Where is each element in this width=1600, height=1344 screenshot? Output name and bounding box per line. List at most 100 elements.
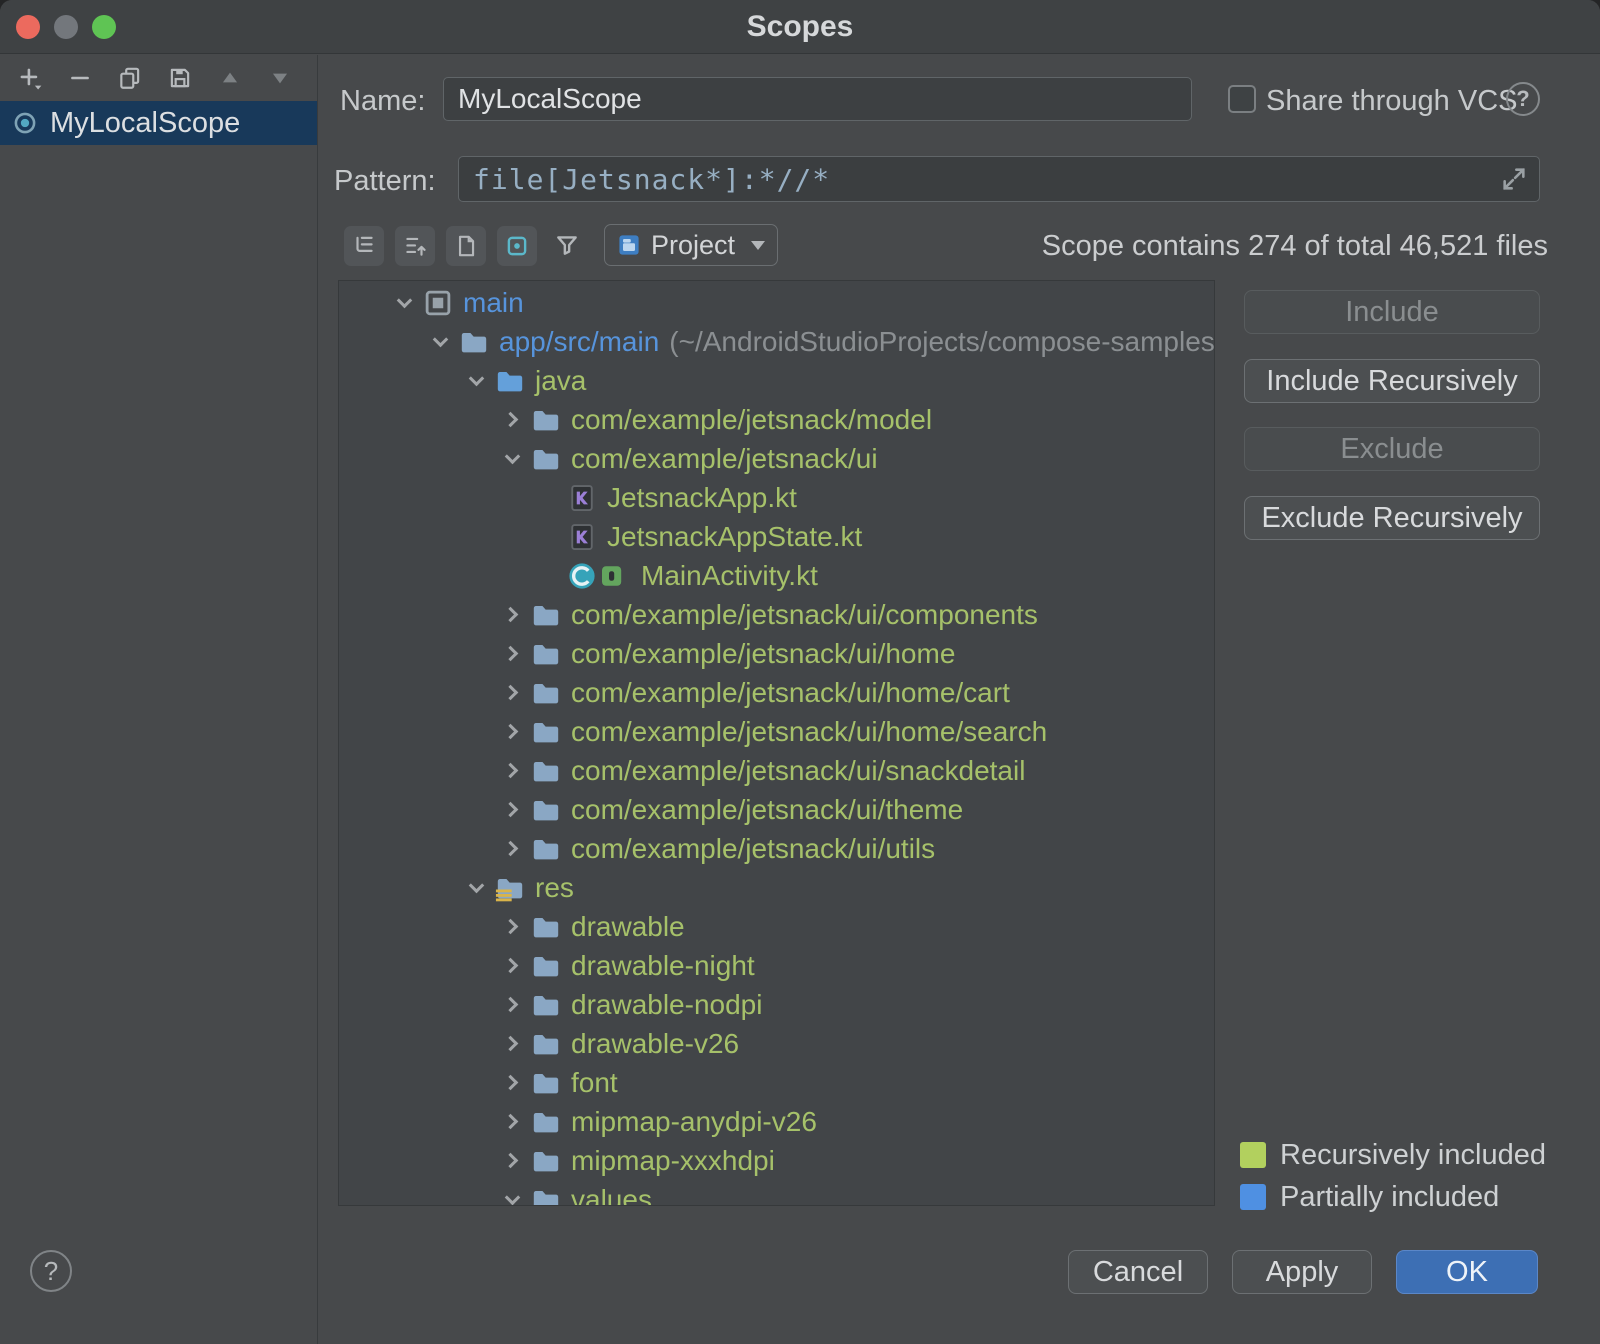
zoom-button[interactable] [92, 15, 116, 39]
legend-swatch [1240, 1184, 1266, 1210]
folder-icon [531, 639, 561, 669]
chevron-right-icon[interactable] [497, 990, 527, 1020]
view-selector-dropdown[interactable]: Project [604, 224, 778, 266]
sidebar-item-mylocalscope[interactable]: MyLocalScope [0, 101, 317, 145]
pattern-input[interactable] [458, 156, 1540, 202]
compact-packages-button[interactable] [395, 226, 435, 266]
tree-row[interactable]: com/example/jetsnack/ui/home [339, 634, 1214, 673]
folder-icon [531, 990, 561, 1020]
chevron-down-icon[interactable] [425, 327, 455, 357]
tree-item-label: com/example/jetsnack/ui/home/search [571, 716, 1047, 748]
tree-row[interactable]: font [339, 1063, 1214, 1102]
tree-row[interactable]: JetsnackApp.kt [339, 478, 1214, 517]
include-button[interactable]: Include [1244, 290, 1540, 334]
tree-item-label: com/example/jetsnack/ui [571, 443, 878, 475]
chevron-down-icon[interactable] [497, 1185, 527, 1207]
tree-row[interactable]: drawable-v26 [339, 1024, 1214, 1063]
tree-row[interactable]: values [339, 1180, 1214, 1206]
help-button[interactable]: ? [30, 1250, 72, 1292]
chevron-right-icon[interactable] [497, 795, 527, 825]
tree-row[interactable]: com/example/jetsnack/ui/components [339, 595, 1214, 634]
tree-item-label: com/example/jetsnack/ui/theme [571, 794, 963, 826]
scope-icon [12, 110, 38, 136]
chevron-right-icon[interactable] [497, 405, 527, 435]
chevron-right-icon[interactable] [497, 1029, 527, 1059]
show-scope-frame-icon [504, 233, 530, 259]
tree-row[interactable]: drawable [339, 907, 1214, 946]
tree-row[interactable]: com/example/jetsnack/ui/snackdetail [339, 751, 1214, 790]
tree-row[interactable]: com/example/jetsnack/ui/home/search [339, 712, 1214, 751]
tree-row[interactable]: com/example/jetsnack/ui [339, 439, 1214, 478]
show-files-button[interactable] [446, 226, 486, 266]
legend-label: Partially included [1280, 1181, 1499, 1214]
chevron-down-icon[interactable] [497, 444, 527, 474]
tree-row[interactable]: com/example/jetsnack/model [339, 400, 1214, 439]
tree-row[interactable]: MainActivity.kt [339, 556, 1214, 595]
filter-icon[interactable] [554, 232, 582, 260]
tree-row[interactable]: com/example/jetsnack/ui/theme [339, 790, 1214, 829]
include-recursively-label: Include Recursively [1266, 365, 1517, 398]
tree-row[interactable]: com/example/jetsnack/ui/utils [339, 829, 1214, 868]
cancel-button[interactable]: Cancel [1068, 1250, 1208, 1294]
tree-item-label: drawable-night [571, 950, 755, 982]
copy-scope-icon[interactable] [116, 64, 144, 92]
legend: Recursively includedPartially included [1240, 1134, 1570, 1218]
folder-icon [531, 1029, 561, 1059]
chevron-right-icon[interactable] [497, 1068, 527, 1098]
chevron-right-icon[interactable] [497, 756, 527, 786]
chevron-right-icon[interactable] [497, 639, 527, 669]
folder-icon [531, 717, 561, 747]
tree-row[interactable]: JetsnackAppState.kt [339, 517, 1214, 556]
include-recursively-button[interactable]: Include Recursively [1244, 359, 1540, 403]
close-button[interactable] [16, 15, 40, 39]
name-input[interactable] [443, 77, 1192, 121]
share-vcs-checkbox[interactable] [1228, 85, 1256, 113]
tree-row[interactable]: app/src/main(~/AndroidStudioProjects/com… [339, 322, 1214, 361]
kotlin-icon [567, 483, 597, 513]
tree-row[interactable]: mipmap-xxxhdpi [339, 1141, 1214, 1180]
exclude-button[interactable]: Exclude [1244, 427, 1540, 471]
vcs-help-icon[interactable]: ? [1506, 82, 1540, 116]
tree-item-label: res [535, 872, 574, 904]
tree-row[interactable]: com/example/jetsnack/ui/home/cart [339, 673, 1214, 712]
chevron-right-icon[interactable] [497, 678, 527, 708]
chevron-right-icon[interactable] [497, 951, 527, 981]
scopes-dialog: Scopes MyLocalScope [0, 0, 1600, 1344]
chevron-right-icon[interactable] [497, 600, 527, 630]
expand-pattern-icon[interactable] [1500, 165, 1528, 193]
tree-item-label: com/example/jetsnack/model [571, 404, 932, 436]
minimize-button[interactable] [54, 15, 78, 39]
chevron-right-icon[interactable] [497, 834, 527, 864]
tree-row[interactable]: java [339, 361, 1214, 400]
tree-row[interactable]: res [339, 868, 1214, 907]
chevron-down-icon[interactable] [461, 873, 491, 903]
chevron-down-icon[interactable] [461, 366, 491, 396]
show-scope-frame-button[interactable] [497, 226, 537, 266]
chevron-right-icon[interactable] [497, 717, 527, 747]
folder-icon [531, 405, 561, 435]
chevron-right-icon[interactable] [497, 1146, 527, 1176]
ok-button[interactable]: OK [1396, 1250, 1538, 1294]
apply-label: Apply [1266, 1256, 1339, 1289]
chevron-right-icon[interactable] [497, 1107, 527, 1137]
folder-icon [531, 1107, 561, 1137]
move-up-icon[interactable] [216, 64, 244, 92]
chevron-down-icon[interactable] [389, 288, 419, 318]
save-scope-icon[interactable] [166, 64, 194, 92]
add-scope-icon[interactable] [16, 64, 44, 92]
tree-item-label: mipmap-anydpi-v26 [571, 1106, 817, 1138]
apply-button[interactable]: Apply [1232, 1250, 1372, 1294]
exclude-recursively-button[interactable]: Exclude Recursively [1244, 496, 1540, 540]
tree-item-label: drawable-nodpi [571, 989, 762, 1021]
legend-item: Partially included [1240, 1176, 1570, 1218]
chevron-spacer [533, 522, 563, 552]
remove-scope-icon[interactable] [66, 64, 94, 92]
tree-row[interactable]: drawable-night [339, 946, 1214, 985]
move-down-icon[interactable] [266, 64, 294, 92]
flatten-packages-button[interactable] [344, 226, 384, 266]
chevron-right-icon[interactable] [497, 912, 527, 942]
tree-row[interactable]: drawable-nodpi [339, 985, 1214, 1024]
tree-row[interactable]: mipmap-anydpi-v26 [339, 1102, 1214, 1141]
tree-row[interactable]: main [339, 283, 1214, 322]
window-controls [16, 15, 116, 39]
